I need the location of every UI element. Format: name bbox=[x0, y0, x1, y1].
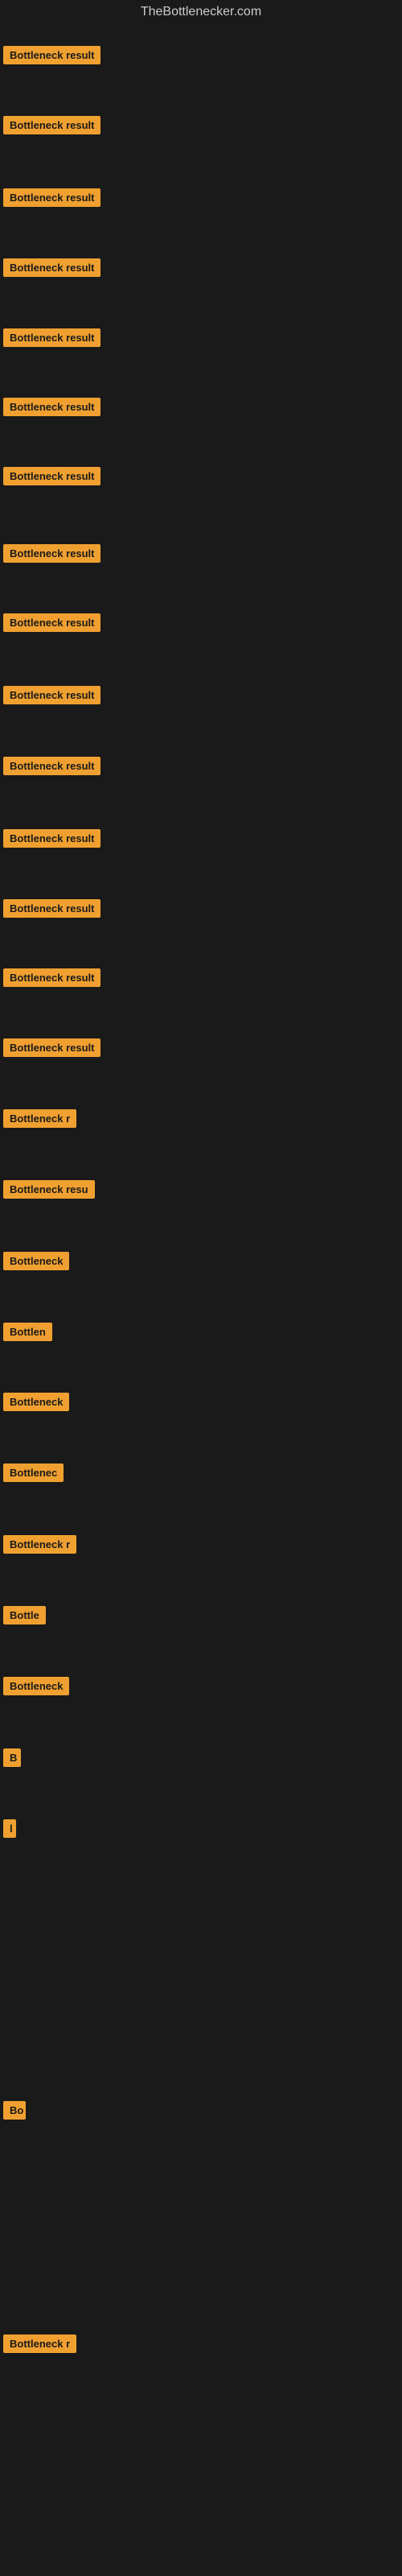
bottleneck-item-13: Bottleneck result bbox=[3, 899, 100, 922]
bottleneck-item-20: Bottleneck bbox=[3, 1393, 69, 1415]
bottleneck-badge-10: Bottleneck result bbox=[3, 686, 100, 704]
bottleneck-item-19: Bottlen bbox=[3, 1323, 52, 1345]
bottleneck-badge-16: Bottleneck r bbox=[3, 1109, 76, 1128]
bottleneck-badge-20: Bottleneck bbox=[3, 1393, 69, 1411]
bottleneck-badge-19: Bottlen bbox=[3, 1323, 52, 1341]
site-title: TheBottlenecker.com bbox=[0, 0, 402, 29]
bottleneck-item-9: Bottleneck result bbox=[3, 613, 100, 636]
bottleneck-badge-24: Bottleneck bbox=[3, 1677, 69, 1695]
bottleneck-badge-6: Bottleneck result bbox=[3, 398, 100, 416]
bottleneck-badge-3: Bottleneck result bbox=[3, 188, 100, 207]
bottleneck-item-18: Bottleneck bbox=[3, 1252, 69, 1274]
bottleneck-badge-8: Bottleneck result bbox=[3, 544, 100, 563]
bottleneck-badge-11: Bottleneck result bbox=[3, 757, 100, 775]
bottleneck-item-15: Bottleneck result bbox=[3, 1038, 100, 1061]
bottleneck-badge-2: Bottleneck result bbox=[3, 116, 100, 134]
bottleneck-item-25: B bbox=[3, 1748, 21, 1771]
bottleneck-item-14: Bottleneck result bbox=[3, 968, 100, 991]
bottleneck-badge-7: Bottleneck result bbox=[3, 467, 100, 485]
bottleneck-item-27: Bo bbox=[3, 2101, 26, 2124]
bottleneck-badge-14: Bottleneck result bbox=[3, 968, 100, 987]
bottleneck-badge-13: Bottleneck result bbox=[3, 899, 100, 918]
bottleneck-badge-9: Bottleneck result bbox=[3, 613, 100, 632]
bottleneck-badge-1: Bottleneck result bbox=[3, 46, 100, 64]
bottleneck-badge-4: Bottleneck result bbox=[3, 258, 100, 277]
bottleneck-badge-21: Bottlenec bbox=[3, 1463, 64, 1482]
bottleneck-item-3: Bottleneck result bbox=[3, 188, 100, 211]
bottleneck-item-12: Bottleneck result bbox=[3, 829, 100, 852]
bottleneck-item-8: Bottleneck result bbox=[3, 544, 100, 567]
bottleneck-item-5: Bottleneck result bbox=[3, 328, 100, 351]
bottleneck-badge-22: Bottleneck r bbox=[3, 1535, 76, 1554]
bottleneck-item-28: Bottleneck r bbox=[3, 2334, 76, 2357]
bottleneck-item-4: Bottleneck result bbox=[3, 258, 100, 281]
bottleneck-item-16: Bottleneck r bbox=[3, 1109, 76, 1132]
bottleneck-item-6: Bottleneck result bbox=[3, 398, 100, 420]
bottleneck-item-2: Bottleneck result bbox=[3, 116, 100, 138]
bottleneck-badge-17: Bottleneck resu bbox=[3, 1180, 95, 1199]
bottleneck-item-10: Bottleneck result bbox=[3, 686, 100, 708]
bottleneck-item-1: Bottleneck result bbox=[3, 46, 100, 68]
bottleneck-badge-5: Bottleneck result bbox=[3, 328, 100, 347]
bottleneck-item-11: Bottleneck result bbox=[3, 757, 100, 779]
bottleneck-item-17: Bottleneck resu bbox=[3, 1180, 95, 1203]
bottleneck-badge-28: Bottleneck r bbox=[3, 2334, 76, 2353]
bottleneck-badge-25: B bbox=[3, 1748, 21, 1767]
bottleneck-badge-15: Bottleneck result bbox=[3, 1038, 100, 1057]
page-container: TheBottlenecker.com Bottleneck result Bot… bbox=[0, 0, 402, 2576]
bottleneck-badge-18: Bottleneck bbox=[3, 1252, 69, 1270]
bottleneck-badge-27: Bo bbox=[3, 2101, 26, 2120]
bottleneck-badge-12: Bottleneck result bbox=[3, 829, 100, 848]
bottleneck-badge-23: Bottle bbox=[3, 1606, 46, 1624]
bottleneck-item-21: Bottlenec bbox=[3, 1463, 64, 1486]
bottleneck-item-23: Bottle bbox=[3, 1606, 46, 1629]
bottleneck-item-26: l bbox=[3, 1819, 16, 1842]
bottleneck-badge-26: l bbox=[3, 1819, 16, 1838]
bottleneck-item-24: Bottleneck bbox=[3, 1677, 69, 1699]
bottleneck-item-7: Bottleneck result bbox=[3, 467, 100, 489]
bottleneck-item-22: Bottleneck r bbox=[3, 1535, 76, 1558]
